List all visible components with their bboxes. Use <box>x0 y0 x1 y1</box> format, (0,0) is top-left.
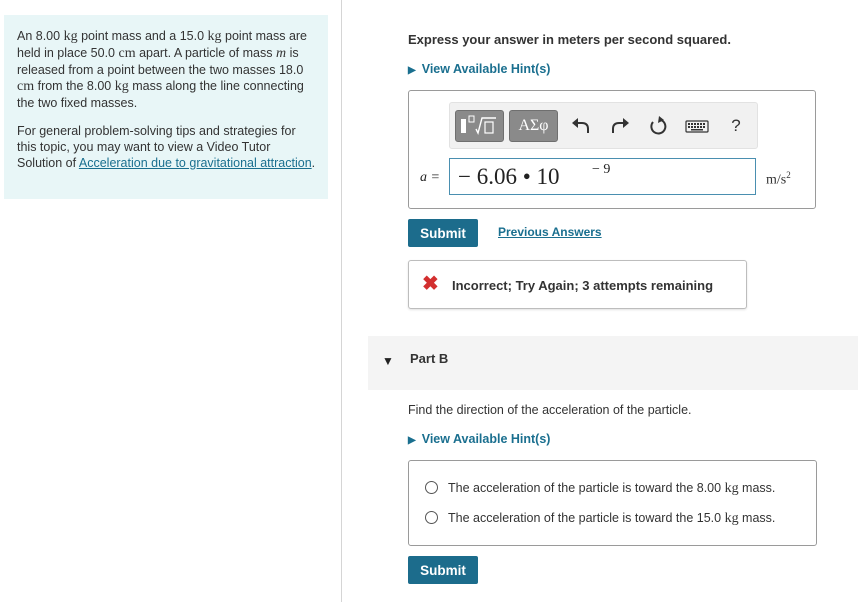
part-b-submit-button[interactable]: Submit <box>408 556 478 584</box>
caret-right-icon: ▶ <box>408 65 416 76</box>
unit-kg: kg <box>63 29 78 44</box>
unit-text: m/s <box>766 172 787 188</box>
unit-exponent: 2 <box>786 170 791 180</box>
unit-kg: kg <box>207 29 222 44</box>
caret-right-icon: ▶ <box>408 435 416 446</box>
reset-button[interactable] <box>644 110 672 142</box>
feedback-message: ✖ Incorrect; Try Again; 3 attempts remai… <box>408 260 747 309</box>
problem-text: apart. A particle of mass <box>139 46 273 60</box>
mass-variable: m <box>275 46 287 61</box>
option-toward-15kg[interactable]: The acceleration of the particle is towa… <box>425 511 775 527</box>
answer-variable-label: a = <box>420 170 440 186</box>
answer-value: − 6.06 • 10 <box>458 164 560 189</box>
undo-button[interactable] <box>568 110 596 142</box>
unit-kg: kg <box>724 511 739 526</box>
template-button[interactable] <box>455 110 504 142</box>
help-button[interactable]: ? <box>724 110 748 142</box>
option-text: The acceleration of the particle is towa… <box>448 511 722 525</box>
caret-down-icon: ▼ <box>382 354 394 368</box>
tips-end: . <box>311 156 316 170</box>
left-panel: An 8.00 kg point mass and a 15.0 kg poin… <box>0 0 342 602</box>
view-hints-link[interactable]: ▶ View Available Hint(s) <box>408 62 550 76</box>
previous-answers-link[interactable]: Previous Answers <box>498 225 602 239</box>
redo-button[interactable] <box>605 110 633 142</box>
answer-unit: m/s2 <box>766 170 791 189</box>
math-toolbar: ΑΣφ ? <box>449 102 758 149</box>
undo-icon <box>572 118 589 133</box>
unit-cm: cm <box>118 46 136 61</box>
problem-paragraph: An 8.00 kg point mass and a 15.0 kg poin… <box>17 28 316 111</box>
hint-label: View Available Hint(s) <box>421 432 551 446</box>
problem-text: from the 8.00 <box>37 79 112 93</box>
template-icon <box>461 115 496 135</box>
option-text: mass. <box>742 511 776 525</box>
feedback-text: Incorrect; Try Again; 3 attempts remaini… <box>452 278 714 293</box>
redo-icon <box>612 118 629 133</box>
hint-label: View Available Hint(s) <box>421 62 551 76</box>
answer-box: ΑΣφ ? a = − 6.06 • 10 − 9 m/s2 <box>408 90 816 209</box>
radio-button[interactable] <box>425 511 438 524</box>
problem-text: An 8.00 <box>17 29 61 43</box>
keyboard-button[interactable] <box>682 110 712 142</box>
video-tutor-link[interactable]: Acceleration due to gravitational attrac… <box>79 156 312 170</box>
view-hints-link-b[interactable]: ▶ View Available Hint(s) <box>408 432 550 446</box>
error-x-icon: ✖ <box>422 273 439 295</box>
unit-kg: kg <box>114 79 129 94</box>
unit-cm: cm <box>17 79 35 94</box>
answer-instruction: Express your answer in meters per second… <box>408 32 731 47</box>
answer-input[interactable]: − 6.06 • 10 − 9 <box>449 158 756 195</box>
part-b-header[interactable]: ▼ Part B <box>368 336 858 390</box>
answer-exponent: − 9 <box>592 162 611 177</box>
option-text: The acceleration of the particle is towa… <box>448 481 722 495</box>
option-toward-8kg[interactable]: The acceleration of the particle is towa… <box>425 481 775 497</box>
part-b-title: Part B <box>410 351 449 366</box>
unit-kg: kg <box>724 481 739 496</box>
reset-icon <box>650 116 667 135</box>
keyboard-icon <box>685 120 709 133</box>
part-a-submit-button[interactable]: Submit <box>408 219 478 247</box>
radio-button[interactable] <box>425 481 438 494</box>
answer-options: The acceleration of the particle is towa… <box>408 460 817 546</box>
option-text: mass. <box>742 481 776 495</box>
tips-paragraph: For general problem-solving tips and str… <box>17 123 316 171</box>
problem-text: point mass and a 15.0 <box>81 29 205 43</box>
part-b-question: Find the direction of the acceleration o… <box>408 403 692 417</box>
greek-symbols-button[interactable]: ΑΣφ <box>509 110 558 142</box>
problem-statement: An 8.00 kg point mass and a 15.0 kg poin… <box>4 15 328 199</box>
answer-label: a = <box>420 170 440 185</box>
